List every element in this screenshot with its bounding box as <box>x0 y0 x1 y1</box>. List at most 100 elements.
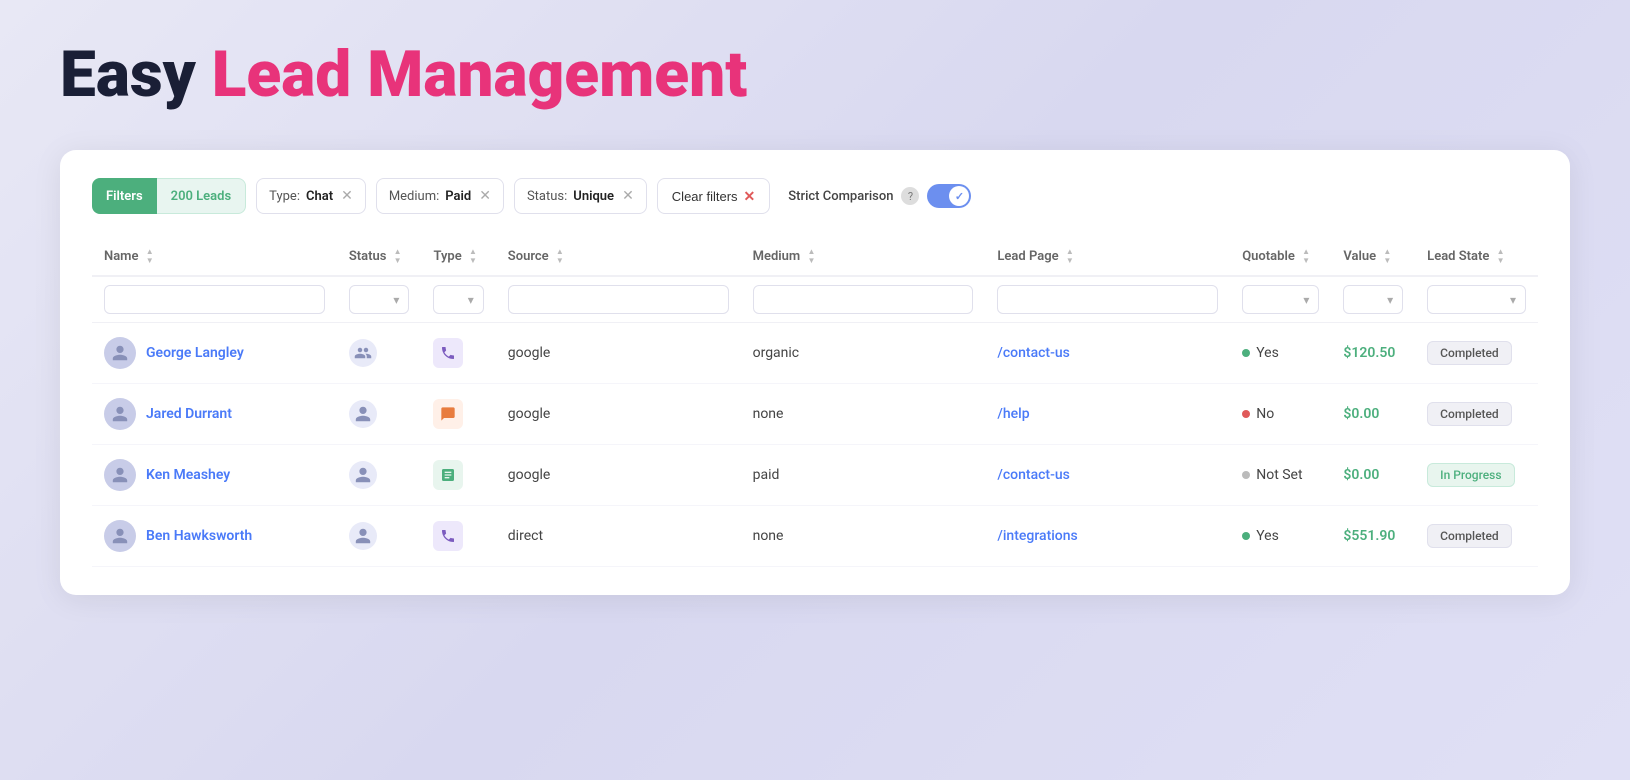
quotable-dot-0 <box>1242 349 1250 357</box>
medium-chip-close[interactable]: ✕ <box>479 188 491 204</box>
quotable-label-0: Yes <box>1256 345 1279 361</box>
quotable-sort-icon[interactable]: ▲▼ <box>1302 248 1310 265</box>
state-badge-2: In Progress <box>1427 463 1514 487</box>
strict-comparison: Strict Comparison ? <box>788 184 971 208</box>
cell-type-2 <box>421 445 495 506</box>
medium-filter-chip[interactable]: Medium: Paid ✕ <box>376 178 504 214</box>
lead-page-link-2[interactable]: /contact-us <box>997 467 1069 483</box>
medium-chip-value: Paid <box>445 189 471 204</box>
filters-count: 200 Leads <box>157 178 247 214</box>
cell-quotable-2: Not Set <box>1230 445 1331 506</box>
avatar-1 <box>104 398 136 430</box>
table-row: Ben Hawksworth direct none /integrations… <box>92 506 1538 567</box>
main-card: Filters 200 Leads Type: Chat ✕ Medium: P… <box>60 150 1570 595</box>
type-icon-0 <box>433 338 463 368</box>
status-filter-select[interactable] <box>349 285 410 314</box>
filter-name-cell <box>92 276 337 323</box>
cell-value-0: $120.50 <box>1331 323 1415 384</box>
status-sort-icon[interactable]: ▲▼ <box>394 248 402 265</box>
cell-lead-page-1: /help <box>985 384 1230 445</box>
lead-name-3: Ben Hawksworth <box>104 520 325 552</box>
name-filter-input[interactable] <box>104 285 325 314</box>
lead-page-link-1[interactable]: /help <box>997 406 1029 422</box>
quotable-dot-1 <box>1242 410 1250 418</box>
filter-type-cell <box>421 276 495 323</box>
cell-source-3: direct <box>496 506 741 567</box>
cell-type-0 <box>421 323 495 384</box>
state-filter-wrapper <box>1427 285 1526 314</box>
medium-chip-label: Medium: <box>389 189 439 204</box>
type-chip-label: Type: <box>269 189 300 204</box>
type-sort-icon[interactable]: ▲▼ <box>469 248 477 265</box>
clear-filters-button[interactable]: Clear filters ✕ <box>657 178 770 214</box>
type-filter-wrapper <box>433 285 483 314</box>
status-icon-3 <box>349 522 377 550</box>
col-lead-page: Lead Page ▲▼ <box>985 238 1230 276</box>
medium-filter-input[interactable] <box>753 285 974 314</box>
help-icon[interactable]: ? <box>901 187 919 205</box>
value-filter-wrapper <box>1343 285 1403 314</box>
source-filter-input[interactable] <box>508 285 729 314</box>
type-chip-value: Chat <box>306 189 333 204</box>
cell-source-0: google <box>496 323 741 384</box>
type-filter-select[interactable] <box>433 285 483 314</box>
lead-link-1[interactable]: Jared Durrant <box>146 406 232 422</box>
value-text-1: $0.00 <box>1343 406 1379 422</box>
cell-lead-page-0: /contact-us <box>985 323 1230 384</box>
status-icon-0 <box>349 339 377 367</box>
cell-name-0: George Langley <box>92 323 337 384</box>
lead-page-filter-input[interactable] <box>997 285 1218 314</box>
lead-link-0[interactable]: George Langley <box>146 345 244 361</box>
table-row: George Langley google organic /contact-u… <box>92 323 1538 384</box>
lead-page-link-3[interactable]: /integrations <box>997 528 1077 544</box>
col-name: Name ▲▼ <box>92 238 337 276</box>
filters-bar: Filters 200 Leads Type: Chat ✕ Medium: P… <box>92 178 1538 214</box>
filters-label: Filters <box>92 178 157 214</box>
lead-page-sort-icon[interactable]: ▲▼ <box>1066 248 1074 265</box>
cell-quotable-0: Yes <box>1230 323 1331 384</box>
quotable-filter-wrapper <box>1242 285 1319 314</box>
cell-type-3 <box>421 506 495 567</box>
quotable-dot-2 <box>1242 471 1250 479</box>
filter-lead-page-cell <box>985 276 1230 323</box>
title-easy: Easy <box>60 37 196 112</box>
medium-sort-icon[interactable]: ▲▼ <box>807 248 815 265</box>
lead-name-2: Ken Meashey <box>104 459 325 491</box>
state-badge-1: Completed <box>1427 402 1512 426</box>
name-sort-icon[interactable]: ▲▼ <box>146 248 154 265</box>
filter-medium-cell <box>741 276 986 323</box>
cell-status-1 <box>337 384 422 445</box>
source-sort-icon[interactable]: ▲▼ <box>556 248 564 265</box>
state-badge-0: Completed <box>1427 341 1512 365</box>
clear-filters-icon: ✕ <box>744 188 756 205</box>
value-text-2: $0.00 <box>1343 467 1379 483</box>
state-badge-3: Completed <box>1427 524 1512 548</box>
filter-quotable-cell <box>1230 276 1331 323</box>
lead-page-link-0[interactable]: /contact-us <box>997 345 1069 361</box>
title-lead-management: Lead Management <box>196 37 748 112</box>
leads-table: Name ▲▼ Status ▲▼ Type ▲▼ Source ▲▼ Medi… <box>92 238 1538 567</box>
cell-source-1: google <box>496 384 741 445</box>
quotable-3: Yes <box>1242 528 1319 544</box>
cell-state-3: Completed <box>1415 506 1538 567</box>
status-chip-close[interactable]: ✕ <box>622 188 634 204</box>
filter-value-cell <box>1331 276 1415 323</box>
type-chip-close[interactable]: ✕ <box>341 188 353 204</box>
filter-source-cell <box>496 276 741 323</box>
quotable-filter-select[interactable] <box>1242 285 1319 314</box>
table-data-body: George Langley google organic /contact-u… <box>92 323 1538 567</box>
value-filter-select[interactable] <box>1343 285 1403 314</box>
status-filter-chip[interactable]: Status: Unique ✕ <box>514 178 647 214</box>
status-chip-value: Unique <box>573 189 614 204</box>
value-sort-icon[interactable]: ▲▼ <box>1383 248 1391 265</box>
cell-state-2: In Progress <box>1415 445 1538 506</box>
lead-name-1: Jared Durrant <box>104 398 325 430</box>
status-icon-1 <box>349 400 377 428</box>
state-filter-select[interactable] <box>1427 285 1526 314</box>
page-title: Easy Lead Management <box>60 40 1570 110</box>
type-filter-chip[interactable]: Type: Chat ✕ <box>256 178 366 214</box>
strict-comparison-toggle[interactable] <box>927 184 971 208</box>
lead-link-3[interactable]: Ben Hawksworth <box>146 528 252 544</box>
lead-state-sort-icon[interactable]: ▲▼ <box>1497 248 1505 265</box>
lead-link-2[interactable]: Ken Meashey <box>146 467 230 483</box>
